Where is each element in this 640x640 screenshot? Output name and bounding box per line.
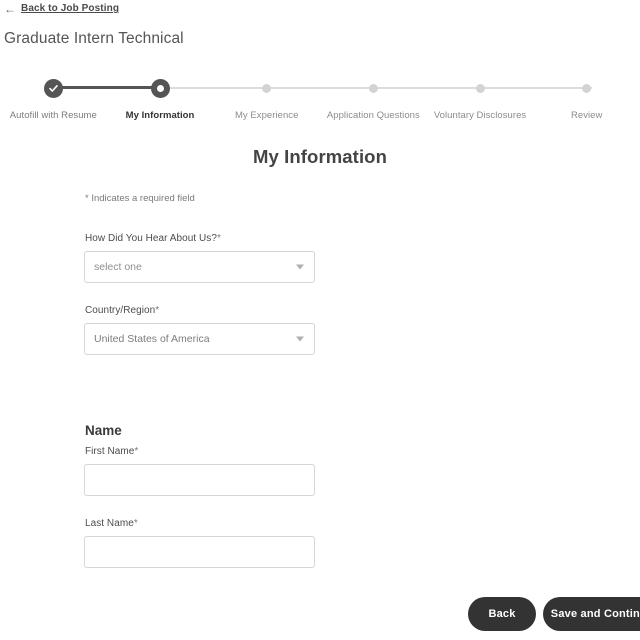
stepper-step-autofill-with-resume[interactable]: Autofill with Resume <box>0 72 107 121</box>
field-label: Last Name* <box>84 518 404 529</box>
field-first-name: First Name* <box>84 446 404 496</box>
chevron-down-icon <box>296 336 304 342</box>
dot-icon <box>262 83 272 93</box>
step-marker-todo[interactable] <box>362 77 384 99</box>
page-title: My Information <box>253 146 387 167</box>
step-label: Review <box>570 110 603 121</box>
step-label: My Information <box>125 110 195 121</box>
stepper-step-my-experience[interactable]: My Experience <box>213 72 320 121</box>
required-field-note: * Indicates a required field <box>85 193 195 204</box>
dot-icon <box>582 83 592 93</box>
stepper-step-voluntary-disclosures[interactable]: Voluntary Disclosures <box>427 72 534 121</box>
field-last-name: Last Name* <box>84 518 404 568</box>
job-title: Graduate Intern Technical <box>4 30 184 47</box>
field-label: How Did You Hear About Us?* <box>84 233 404 244</box>
step-marker-done[interactable] <box>42 77 64 99</box>
form-footer: Back Save and Continue <box>0 588 640 640</box>
required-asterisk: * <box>134 446 139 457</box>
first-name-input[interactable] <box>84 464 315 496</box>
select-value: United States of America <box>94 333 210 345</box>
step-marker-todo[interactable] <box>469 77 491 99</box>
step-label: Application Questions <box>326 110 420 121</box>
field-label-text: How Did You Hear About Us? <box>85 233 217 244</box>
step-marker-todo[interactable] <box>256 77 278 99</box>
dot-icon <box>475 83 485 93</box>
current-dot-icon <box>150 78 170 98</box>
field-label-text: Country/Region <box>85 305 156 316</box>
step-marker-todo[interactable] <box>576 77 598 99</box>
check-icon <box>43 78 63 98</box>
required-asterisk: * <box>155 305 160 316</box>
field-country-region: Country/Region* United States of America <box>84 305 404 355</box>
chevron-down-icon <box>296 264 304 270</box>
stepper-step-review[interactable]: Review <box>533 72 640 121</box>
required-asterisk: * <box>216 233 221 244</box>
select-value: select one <box>94 261 142 273</box>
back-to-job-posting-link[interactable]: ← Back to Job Posting <box>4 3 119 15</box>
field-how-did-you-hear-about-us: How Did You Hear About Us?* select one <box>84 233 404 283</box>
my-information-form: * Indicates a required field How Did You… <box>84 193 404 590</box>
step-label: My Experience <box>234 110 299 121</box>
field-label-text: First Name <box>85 446 135 457</box>
field-label: Country/Region* <box>84 305 404 316</box>
application-form-page: ← Back to Job Posting Graduate Intern Te… <box>0 0 640 640</box>
step-label: Autofill with Resume <box>9 110 97 121</box>
stepper-step-application-questions[interactable]: Application Questions <box>320 72 427 121</box>
field-label-text: Last Name <box>85 518 134 529</box>
back-button[interactable]: Back <box>468 597 536 631</box>
field-label: First Name* <box>84 446 404 457</box>
progress-stepper: Autofill with Resume My Information My E… <box>0 72 640 122</box>
step-marker-current[interactable] <box>149 77 171 99</box>
name-section-heading: Name <box>85 423 122 438</box>
required-asterisk: * <box>133 518 138 529</box>
how-did-you-hear-about-us-select[interactable]: select one <box>84 251 315 283</box>
save-and-continue-button[interactable]: Save and Continue <box>543 597 640 631</box>
dot-icon <box>368 83 378 93</box>
stepper-step-my-information[interactable]: My Information <box>107 72 214 121</box>
country-region-select[interactable]: United States of America <box>84 323 315 355</box>
step-label: Voluntary Disclosures <box>433 110 527 121</box>
back-to-job-posting-label: Back to Job Posting <box>21 3 120 14</box>
last-name-input[interactable] <box>84 536 315 568</box>
arrow-left-icon: ← <box>4 2 16 16</box>
